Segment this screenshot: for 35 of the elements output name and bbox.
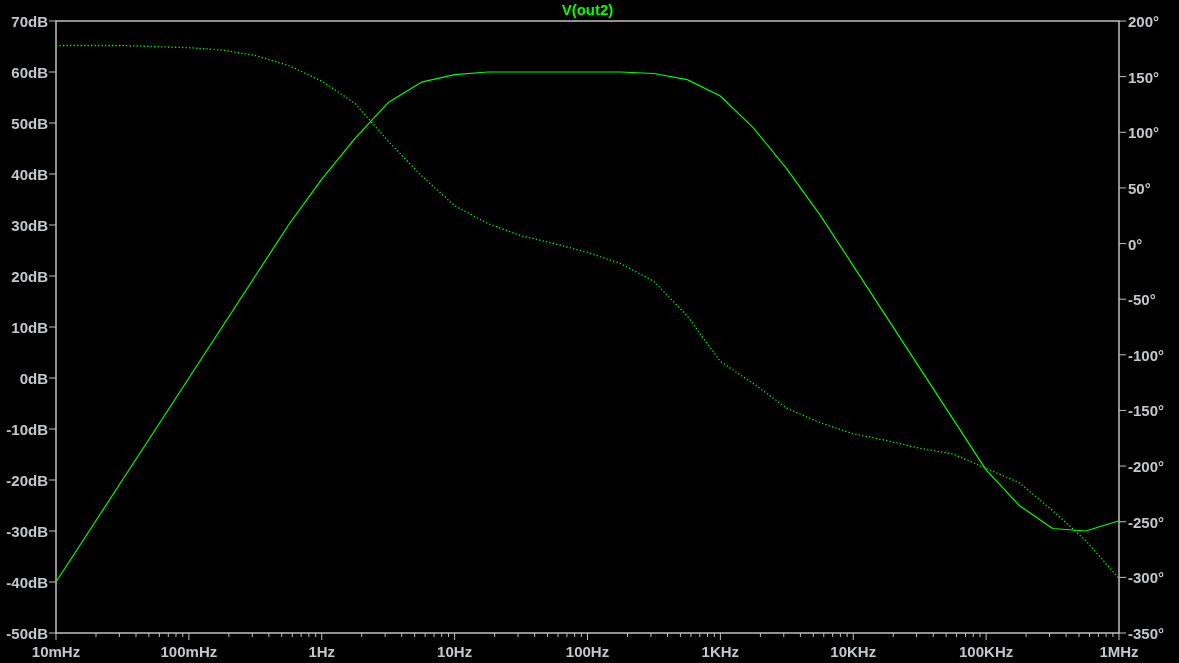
- axis-label: -30dB: [6, 523, 48, 540]
- axis-label: 100°: [1128, 124, 1160, 142]
- axis-label: 70dB: [11, 13, 48, 30]
- axis-label: 10mHz: [31, 643, 81, 660]
- axis-label: 50°: [1128, 179, 1151, 197]
- axis-label: -50dB: [6, 625, 48, 642]
- axis-label: 150°: [1128, 68, 1160, 86]
- axis-label: -40dB: [6, 574, 48, 591]
- axis-label: 0dB: [19, 370, 48, 387]
- axis-label: 200°: [1128, 13, 1160, 30]
- axis-label: -100°: [1128, 346, 1165, 364]
- axis-label: -20dB: [6, 472, 48, 489]
- axis-label: 10KHz: [830, 643, 877, 660]
- axis-label: 20dB: [11, 268, 48, 285]
- axis-label: 1Hz: [308, 643, 336, 660]
- axis-label: -10dB: [6, 421, 48, 438]
- axis-label: 30dB: [11, 217, 48, 234]
- axis-label: 60dB: [11, 64, 48, 81]
- axis-label: -50°: [1128, 291, 1156, 309]
- axis-label: -350°: [1128, 625, 1165, 642]
- axis-label: 40dB: [11, 166, 48, 183]
- axis-label: 0°: [1128, 235, 1143, 253]
- axis-label: -300°: [1128, 569, 1165, 587]
- axis-label: 50dB: [11, 115, 48, 132]
- axis-label: 10dB: [11, 319, 48, 336]
- axis-label: 100Hz: [565, 643, 610, 660]
- axis-label: -250°: [1128, 513, 1165, 531]
- axis-label: 100mHz: [160, 643, 218, 660]
- axis-label: 100KHz: [959, 643, 1014, 660]
- axis-label: 1KHz: [701, 643, 740, 660]
- axis-label: -150°: [1128, 402, 1165, 420]
- axis-label: -200°: [1128, 458, 1165, 476]
- axis-label: 1MHz: [1099, 643, 1139, 660]
- axis-label: 10Hz: [437, 643, 473, 660]
- trace-title: V(out2): [561, 1, 614, 18]
